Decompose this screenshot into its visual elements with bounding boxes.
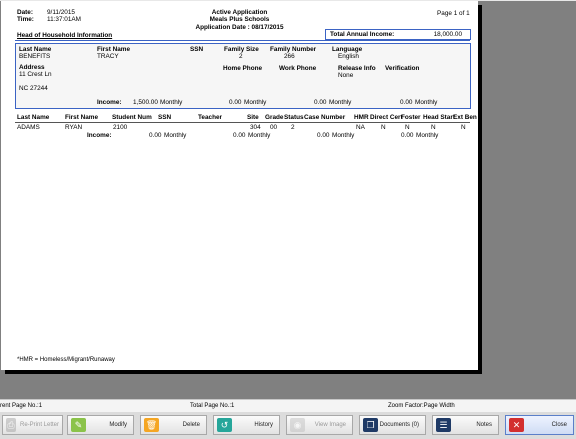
notes-icon: ☰ — [436, 418, 451, 432]
student-direct-cert: N — [381, 124, 386, 131]
close-label: Close — [551, 422, 567, 428]
student-foster: N — [405, 124, 410, 131]
hoh-last-name: BENEFITS — [19, 53, 51, 60]
documents-icon: ❐ — [363, 418, 378, 432]
student-income-label: Income: — [87, 132, 112, 139]
student-last-name: ADAMS — [17, 124, 40, 131]
school-name: Meals Plus Schools — [209, 16, 270, 23]
student-site: 304 — [250, 124, 261, 131]
history-icon: ↺ — [217, 418, 232, 432]
table-header-rule — [15, 122, 470, 123]
total-income-box: Total Annual Income: 18,000.00 — [325, 29, 471, 40]
household-panel: Last Name BENEFITS First Name TRACY SSN … — [15, 43, 471, 109]
col-teacher: Teacher — [198, 114, 223, 121]
release-info: None — [338, 72, 354, 79]
student-head-start: N — [431, 124, 436, 131]
history-button[interactable]: ↺ History — [213, 415, 280, 435]
hoh-income-amount-2: 0.00 — [229, 99, 242, 106]
delete-button[interactable]: 🗑 Delete — [140, 415, 207, 435]
address-line-1: 11 Crest Ln — [19, 71, 52, 78]
hoh-income-period-3: Monthly — [329, 99, 352, 106]
total-page-indicator: Total Page No.:1 — [190, 403, 235, 409]
report-page: Date: 9/11/2015 Time: 11:37:01AM Active … — [1, 1, 478, 370]
student-income-amount-3: 0.00 — [317, 132, 330, 139]
student-number: 2100 — [113, 124, 128, 131]
hoh-income-period-4: Monthly — [415, 99, 438, 106]
pencil-icon: ✎ — [71, 418, 86, 432]
home-phone-label: Home Phone — [223, 65, 263, 72]
hoh-income-amount-3: 0.00 — [314, 99, 327, 106]
total-income-value: 18,000.00 — [433, 31, 462, 38]
verification-label: Verification — [385, 65, 420, 72]
section-divider — [15, 40, 470, 41]
address-line-2: NC 27244 — [19, 85, 48, 92]
action-toolbar: ⎙ Re-Print Letter ✎ Modify 🗑 Delete ↺ Hi… — [0, 412, 576, 439]
notes-button[interactable]: ☰ Notes — [432, 415, 499, 435]
col-ext-ben: Ext Ben — [453, 114, 477, 121]
history-label: History — [254, 422, 273, 428]
student-income-period-4: Monthly — [416, 132, 439, 139]
eye-icon: ◉ — [290, 418, 305, 432]
col-direct-cert: Direct Cert — [370, 114, 403, 121]
col-first-name: First Name — [65, 114, 99, 121]
trash-icon: 🗑 — [144, 418, 159, 432]
student-income-amount-2: 0.00 — [233, 132, 246, 139]
modify-button[interactable]: ✎ Modify — [67, 415, 134, 435]
col-site: Site — [247, 114, 259, 121]
notes-label: Notes — [476, 422, 492, 428]
student-income-period-3: Monthly — [332, 132, 355, 139]
hoh-heading: Head of Household Information — [17, 32, 113, 39]
documents-button[interactable]: ❐ Documents (0) — [359, 415, 426, 435]
work-phone-label: Work Phone — [279, 65, 317, 72]
reprint-letter-button[interactable]: ⎙ Re-Print Letter — [2, 415, 63, 435]
student-income-period-2: Monthly — [248, 132, 271, 139]
view-image-label: View Image — [314, 422, 346, 428]
hoh-first-name: TRACY — [97, 53, 119, 60]
student-status: 2 — [291, 124, 295, 131]
col-hmr: HMR — [354, 114, 369, 121]
hoh-income-label: Income: — [97, 99, 122, 106]
current-page-indicator: rent Page No.:1 — [0, 403, 43, 409]
hoh-ssn-label: SSN — [190, 46, 204, 53]
col-case-number: Case Number — [304, 114, 346, 121]
col-status: Status — [284, 114, 304, 121]
col-ssn: SSN — [158, 114, 172, 121]
col-last-name: Last Name — [17, 114, 50, 121]
total-income-label: Total Annual Income: — [330, 31, 395, 38]
col-grade: Grade — [265, 114, 284, 121]
col-student-num: Student Num — [112, 114, 152, 121]
modify-label: Modify — [109, 422, 127, 428]
hoh-income-amount-1: 1,500.00 — [133, 99, 158, 106]
language: English — [338, 53, 359, 60]
hoh-income-amount-4: 0.00 — [400, 99, 413, 106]
close-button[interactable]: ✕ Close — [505, 415, 574, 435]
view-image-button[interactable]: ◉ View Image — [286, 415, 353, 435]
documents-label: Documents (0) — [379, 422, 419, 428]
family-number: 266 — [284, 53, 295, 60]
close-icon: ✕ — [509, 418, 524, 432]
student-hmr: NA — [356, 124, 365, 131]
student-first-name: RYAN — [65, 124, 83, 131]
student-income-amount-4: 0.00 — [401, 132, 414, 139]
col-foster: Foster — [401, 114, 421, 121]
col-head-start: Head Start — [423, 114, 455, 121]
student-ext-ben: N — [461, 124, 466, 131]
page-info: Page 1 of 1 — [437, 10, 470, 17]
student-income-amount-1: 0.00 — [149, 132, 162, 139]
printer-icon: ⎙ — [6, 418, 16, 432]
reprint-letter-label: Re-Print Letter — [19, 422, 59, 428]
status-bar: rent Page No.:1 Total Page No.:1 Zoom Fa… — [0, 399, 576, 412]
zoom-indicator: Zoom Factor:Page Width — [388, 403, 455, 409]
footnote: *HMR = Homeless/Migrant/Runaway — [17, 357, 115, 363]
delete-label: Delete — [182, 422, 200, 428]
hoh-income-period-1: Monthly — [160, 99, 183, 106]
student-income-period-1: Monthly — [164, 132, 187, 139]
hoh-income-period-2: Monthly — [244, 99, 267, 106]
student-grade: 00 — [270, 124, 278, 131]
family-size: 2 — [239, 53, 243, 60]
